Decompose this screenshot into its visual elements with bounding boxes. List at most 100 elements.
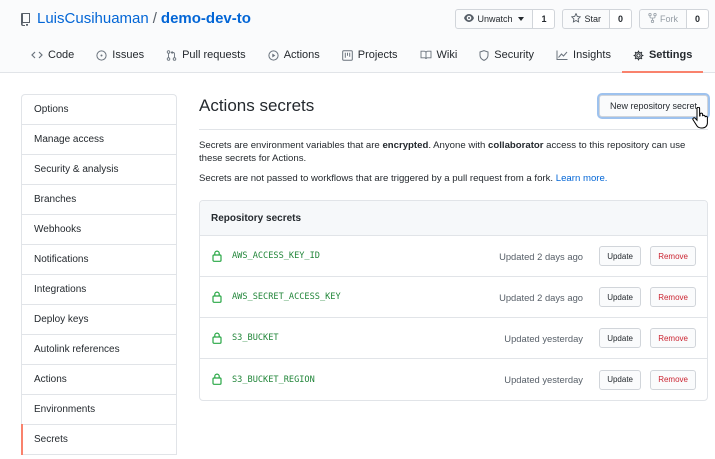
repo-separator: /: [152, 10, 157, 27]
tab-pull-requests[interactable]: Pull requests: [155, 39, 257, 73]
secret-updated: Updated yesterday: [504, 374, 583, 385]
tab-actions-label: Actions: [283, 49, 320, 61]
pull-request-icon: [166, 49, 177, 61]
tab-insights[interactable]: Insights: [545, 39, 622, 73]
sidebar-item-autolink-references[interactable]: Autolink references: [22, 335, 176, 365]
desc-bold-collaborator: collaborator: [488, 140, 544, 151]
lock-icon: [212, 332, 222, 344]
tab-issues-label: Issues: [112, 49, 145, 61]
secret-updated: Updated yesterday: [504, 332, 583, 344]
tab-settings-label: Settings: [648, 49, 693, 61]
repo-header: LuisCusihuaman / demo-dev-to Unwatch 1 S…: [0, 0, 715, 73]
secret-row: AWS_ACCESS_KEY_ID Updated 2 days ago Upd…: [200, 236, 707, 277]
code-icon: [31, 50, 43, 60]
fork-label: Fork: [660, 14, 678, 24]
remove-secret-button[interactable]: Remove: [650, 287, 696, 307]
secret-name: S3_BUCKET_REGION: [232, 374, 315, 385]
tab-insights-label: Insights: [573, 49, 611, 61]
page-title: Actions secrets: [199, 96, 315, 115]
fork-count[interactable]: 0: [687, 9, 709, 29]
sidebar-item-integrations[interactable]: Integrations: [22, 275, 176, 305]
watch-group: Unwatch 1: [455, 9, 556, 29]
tab-code[interactable]: Code: [20, 39, 85, 73]
remove-secret-button[interactable]: Remove: [650, 369, 696, 390]
secret-updated: Updated 2 days ago: [499, 291, 583, 303]
secret-row: AWS_SECRET_ACCESS_KEY Updated 2 days ago…: [200, 277, 707, 318]
tab-projects-label: Projects: [357, 49, 398, 61]
fork-group: Fork 0: [639, 9, 709, 29]
lock-icon: [212, 250, 222, 262]
book-icon: [420, 50, 432, 60]
update-secret-button[interactable]: Update: [599, 369, 641, 390]
shield-icon: [479, 49, 489, 61]
update-secret-button[interactable]: Update: [599, 246, 641, 266]
tab-issues[interactable]: Issues: [85, 39, 155, 73]
tab-settings[interactable]: Settings: [621, 39, 704, 73]
unwatch-button[interactable]: Unwatch: [455, 9, 534, 29]
hand-cursor-icon: [692, 107, 708, 129]
lock-icon: [212, 291, 222, 303]
repo-owner-link[interactable]: LuisCusihuaman: [37, 10, 149, 27]
gear-icon: [633, 50, 644, 61]
tab-wiki[interactable]: Wiki: [409, 39, 469, 73]
sidebar-item-security-analysis[interactable]: Security & analysis: [22, 155, 176, 185]
star-count[interactable]: 0: [610, 9, 632, 29]
watch-count[interactable]: 1: [533, 9, 556, 29]
settings-sidebar: Options Manage access Security & analysi…: [21, 94, 177, 455]
secrets-description: Secrets are environment variables that a…: [199, 140, 704, 165]
update-secret-button[interactable]: Update: [599, 287, 641, 307]
repository-secrets-box: Repository secrets AWS_ACCESS_KEY_ID Upd…: [199, 200, 708, 401]
remove-secret-button[interactable]: Remove: [650, 246, 696, 266]
sidebar-item-options[interactable]: Options: [22, 95, 176, 125]
repo-title: LuisCusihuaman / demo-dev-to: [20, 10, 251, 27]
project-icon: [341, 49, 353, 61]
sidebar-item-actions[interactable]: Actions: [22, 365, 176, 395]
sidebar-item-secrets[interactable]: Secrets: [21, 424, 176, 455]
secret-row: S3_BUCKET Updated yesterday Update Remov…: [200, 318, 707, 359]
eye-icon: [464, 14, 475, 24]
desc-text-1: Secrets are environment variables that a…: [199, 140, 383, 151]
learn-more-link[interactable]: Learn more.: [556, 173, 608, 184]
tab-actions[interactable]: Actions: [257, 39, 331, 73]
repository-secrets-header: Repository secrets: [200, 201, 707, 236]
star-button[interactable]: Star: [562, 9, 610, 29]
fork-icon: [648, 12, 657, 25]
sidebar-item-webhooks[interactable]: Webhooks: [22, 215, 176, 245]
secret-name: S3_BUCKET: [232, 333, 279, 343]
desc-text-2: . Anyone with: [428, 140, 489, 151]
secret-name: AWS_ACCESS_KEY_ID: [232, 251, 320, 261]
chevron-down-icon: [518, 17, 525, 21]
main-content: Actions secrets New repository secret Se…: [199, 94, 708, 401]
secret-updated: Updated 2 days ago: [499, 250, 583, 262]
fork-note: Secrets are not passed to workflows that…: [199, 173, 708, 184]
sidebar-item-notifications[interactable]: Notifications: [22, 245, 176, 275]
desc-bold-encrypted: encrypted: [382, 140, 429, 151]
star-icon: [571, 12, 582, 25]
tab-security-label: Security: [494, 49, 535, 61]
secret-name: AWS_SECRET_ACCESS_KEY: [232, 292, 341, 302]
sidebar-item-branches[interactable]: Branches: [22, 185, 176, 215]
lock-icon: [212, 373, 222, 385]
tab-security[interactable]: Security: [468, 39, 545, 73]
tab-code-label: Code: [48, 49, 75, 61]
page-header: Actions secrets New repository secret: [199, 94, 708, 130]
remove-secret-button[interactable]: Remove: [650, 328, 696, 348]
repo-tabs: Code Issues Pull requests Actions Projec…: [20, 39, 704, 73]
fork-button[interactable]: Fork: [639, 9, 687, 29]
repo-name-link[interactable]: demo-dev-to: [161, 10, 251, 27]
sidebar-item-environments[interactable]: Environments: [22, 395, 176, 425]
repo-icon: [20, 12, 32, 26]
issue-icon: [96, 49, 107, 61]
sidebar-item-deploy-keys[interactable]: Deploy keys: [22, 305, 176, 335]
star-group: Star 0: [562, 9, 632, 29]
play-icon: [268, 49, 279, 61]
secret-row: S3_BUCKET_REGION Updated yesterday Updat…: [200, 359, 707, 400]
star-label: Star: [584, 14, 601, 24]
tab-wiki-label: Wiki: [436, 49, 458, 61]
repo-actions: Unwatch 1 Star 0 Fork 0: [455, 9, 709, 29]
fork-note-text: Secrets are not passed to workflows that…: [199, 173, 556, 184]
update-secret-button[interactable]: Update: [599, 328, 641, 348]
sidebar-item-manage-access[interactable]: Manage access: [22, 125, 176, 155]
tab-projects[interactable]: Projects: [331, 39, 409, 73]
graph-icon: [556, 50, 568, 60]
